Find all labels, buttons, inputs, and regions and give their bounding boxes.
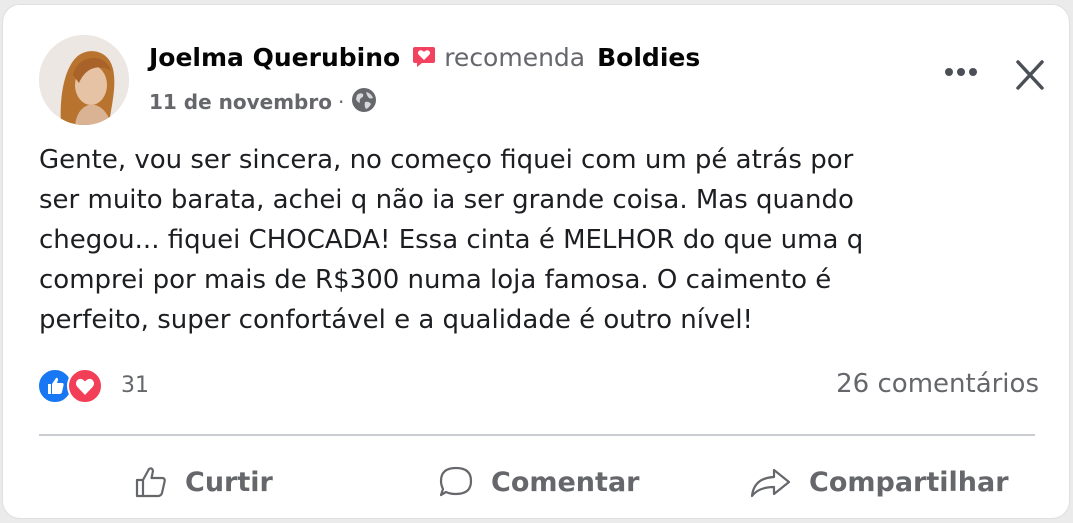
post-card: Joelma Querubino recomenda Boldies 11 de…	[2, 4, 1070, 519]
author-name[interactable]: Joelma Querubino	[149, 43, 400, 72]
close-button[interactable]	[1011, 57, 1049, 93]
post-body-line: perfeito, super confortável e a qualidad…	[39, 305, 753, 335]
page-name[interactable]: Boldies	[597, 43, 700, 72]
like-label: Curtir	[185, 466, 273, 498]
share-icon	[750, 468, 791, 498]
post-body: Gente, vou ser sincera, no começo fiquei…	[39, 140, 1039, 340]
like-button[interactable]: Curtir	[133, 457, 273, 507]
post-body-line: chegou... fiquei CHOCADA! Essa cinta é M…	[39, 225, 864, 255]
share-button[interactable]: Compartilhar	[747, 457, 1009, 507]
close-icon	[1016, 60, 1044, 90]
share-label: Compartilhar	[809, 466, 1009, 498]
reaction-count[interactable]: 31	[121, 373, 149, 398]
thumbs-up-icon	[135, 467, 166, 498]
recommend-icon	[412, 45, 436, 69]
comment-button[interactable]: Comentar	[437, 457, 639, 507]
comment-label: Comentar	[491, 466, 640, 498]
love-reaction-icon	[67, 368, 103, 404]
actions-divider	[39, 434, 1035, 436]
recommends-label: recomenda	[444, 42, 586, 72]
post-body-line: ser muito barata, achei q não ia ser gra…	[39, 185, 854, 215]
comments-count[interactable]: 26 comentários	[836, 369, 1039, 399]
post-body-line: Gente, vou ser sincera, no começo fiquei…	[39, 145, 854, 175]
avatar[interactable]	[39, 35, 129, 125]
post-header: Joelma Querubino recomenda Boldies	[149, 38, 700, 76]
globe-icon[interactable]	[350, 86, 378, 118]
more-options-button[interactable]	[941, 61, 981, 83]
reactions-summary[interactable]	[37, 368, 107, 404]
post-body-line: comprei por mais de R$300 numa loja famo…	[39, 265, 832, 295]
comment-icon	[439, 466, 473, 497]
post-date[interactable]: 11 de novembro	[149, 90, 332, 114]
meta-separator: ·	[337, 90, 345, 114]
post-meta: 11 de novembro ·	[149, 87, 378, 117]
